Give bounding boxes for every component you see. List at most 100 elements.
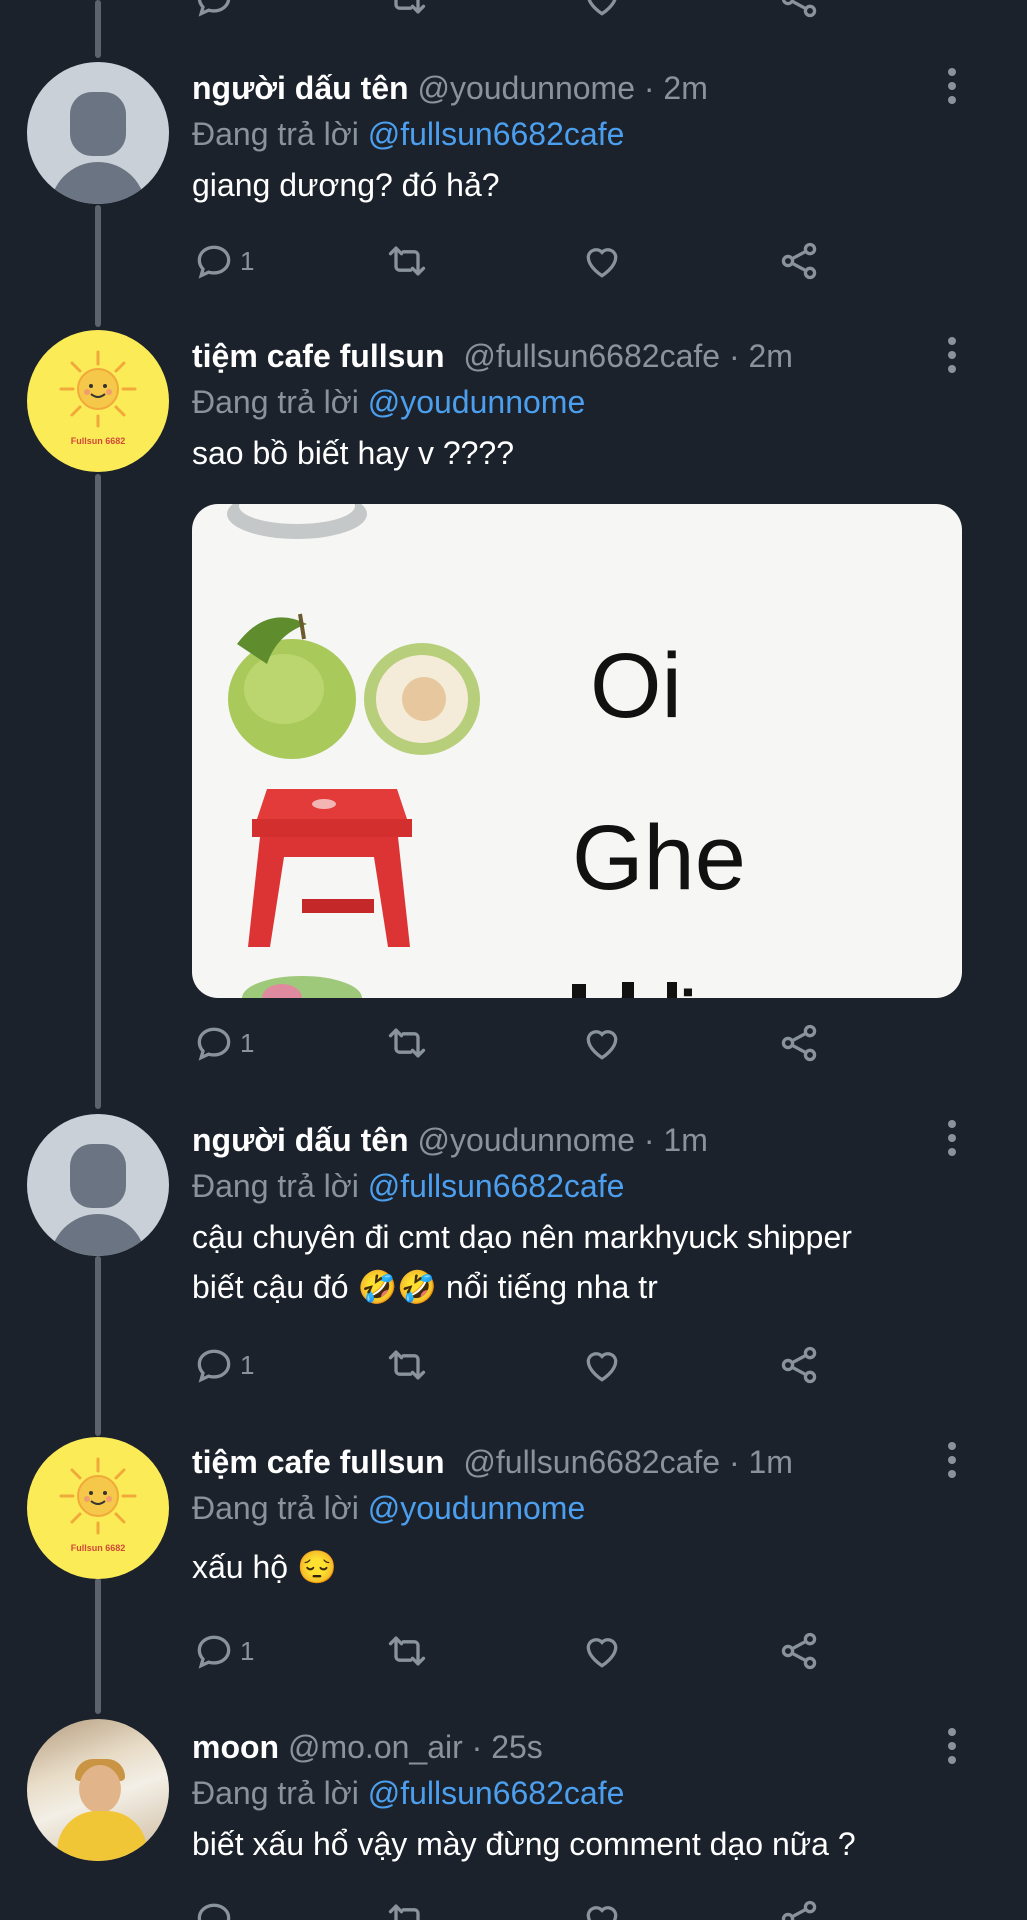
avatar[interactable]	[27, 330, 169, 472]
image-word: Ghe	[572, 807, 746, 909]
user-handle[interactable]: @youdunnome	[417, 70, 635, 106]
share-button[interactable]	[777, 1626, 821, 1676]
reply-mention-link[interactable]: @youdunnome	[368, 1490, 586, 1526]
like-button[interactable]	[580, 1018, 624, 1068]
heart-icon	[586, 248, 618, 278]
share-button[interactable]	[777, 0, 821, 24]
action-bar	[192, 1894, 912, 1920]
reply-count: 1	[240, 1027, 255, 1058]
display-name[interactable]: moon	[192, 1729, 279, 1765]
timestamp[interactable]: 2m	[748, 338, 792, 374]
heart-icon	[587, 0, 617, 16]
action-bar: 1	[192, 1626, 912, 1676]
heart-icon	[586, 1906, 618, 1920]
user-handle[interactable]: @mo.on_air	[288, 1729, 463, 1765]
tweet-text: biết xấu hổ vậy mày đừng comment dạo nữa…	[192, 1826, 856, 1862]
thread-line	[95, 1256, 101, 1436]
retweet-button[interactable]	[385, 1626, 429, 1676]
tweet-text-line: cậu chuyên đi cmt dạo nên markhyuck ship…	[192, 1219, 852, 1255]
reply-button[interactable]	[192, 1894, 236, 1920]
reply-button[interactable]: 1	[192, 1626, 254, 1676]
like-button[interactable]	[580, 1340, 624, 1390]
action-bar	[192, 0, 912, 24]
reply-mention-link[interactable]: @youdunnome	[368, 384, 586, 420]
more-vertical-icon[interactable]	[942, 1118, 962, 1158]
retweet-icon	[394, 0, 426, 14]
separator-dot: ·	[728, 338, 740, 374]
reply-icon	[197, 1027, 231, 1061]
retweet-button[interactable]	[385, 1894, 429, 1920]
avatar[interactable]	[27, 1719, 169, 1861]
retweet-icon	[388, 1636, 426, 1666]
share-button[interactable]	[777, 1018, 821, 1068]
reply-count: 1	[240, 1635, 255, 1666]
like-button[interactable]	[580, 1894, 624, 1920]
like-button[interactable]	[580, 236, 624, 286]
thread-line	[95, 1578, 101, 1714]
avatar[interactable]	[27, 62, 169, 204]
tweet-text: sao bồ biết hay v ????	[192, 435, 515, 471]
share-icon	[781, 0, 817, 18]
more-vertical-icon[interactable]	[942, 1440, 962, 1480]
reply-mention-link[interactable]: @fullsun6682cafe	[368, 116, 625, 152]
avatar[interactable]	[27, 1437, 169, 1579]
retweet-icon	[388, 246, 426, 276]
sun-logo-icon	[59, 1457, 137, 1535]
display-name[interactable]: người dấu tên	[192, 1122, 409, 1158]
timestamp[interactable]: 1m	[748, 1444, 792, 1480]
avatar-head-shape	[70, 92, 126, 156]
tweet-text: cậu chuyên đi cmt dạo nên markhyuck ship…	[192, 1212, 962, 1312]
tweet-image[interactable]: Oi Ghe Vai	[192, 504, 962, 998]
reply-button[interactable]: 1	[192, 1018, 254, 1068]
reply-icon	[197, 0, 231, 17]
replying-to-label: Đang trả lời	[192, 116, 359, 152]
reply-thread: người dấu tên @youdunnome · 2m Đang trả …	[0, 0, 1027, 1920]
retweet-icon	[388, 1028, 426, 1058]
avatar-photo-face	[79, 1765, 121, 1813]
retweet-button[interactable]	[385, 1340, 429, 1390]
image-word: Vai	[572, 972, 698, 998]
retweet-button[interactable]	[385, 0, 429, 24]
user-handle[interactable]: @fullsun6682cafe	[463, 1444, 720, 1480]
tweet-text: giang dương? đó hả?	[192, 167, 500, 203]
reply-button[interactable]: 1	[192, 236, 254, 286]
tweet-text: xấu hộ 😔	[192, 1549, 337, 1585]
like-button[interactable]	[580, 1626, 624, 1676]
reply-icon	[197, 245, 231, 279]
reply-count: 1	[240, 1349, 255, 1380]
share-button[interactable]	[777, 1340, 821, 1390]
reply-mention-link[interactable]: @fullsun6682cafe	[368, 1775, 625, 1811]
separator-dot: ·	[643, 70, 655, 106]
more-vertical-icon[interactable]	[942, 66, 962, 106]
display-name[interactable]: người dấu tên	[192, 70, 409, 106]
sun-logo-icon	[59, 350, 137, 428]
reply-button[interactable]	[192, 0, 236, 24]
timestamp[interactable]: 25s	[491, 1729, 543, 1765]
reply-button[interactable]: 1	[192, 1340, 254, 1390]
tweet-text-line: biết cậu đó 🤣🤣 nổi tiếng nha tr	[192, 1269, 658, 1305]
timestamp[interactable]: 1m	[663, 1122, 707, 1158]
retweet-icon	[388, 1904, 420, 1920]
separator-dot: ·	[471, 1729, 483, 1765]
reply-mention-link[interactable]: @fullsun6682cafe	[368, 1168, 625, 1204]
more-vertical-icon[interactable]	[942, 335, 962, 375]
timestamp[interactable]: 2m	[663, 70, 707, 106]
replying-to-label: Đang trả lời	[192, 1775, 359, 1811]
avatar-brand-text: Fullsun 6682	[70, 1543, 126, 1553]
thread-line	[95, 474, 101, 1109]
avatar[interactable]	[27, 1114, 169, 1256]
user-handle[interactable]: @fullsun6682cafe	[463, 338, 720, 374]
like-button[interactable]	[580, 0, 624, 24]
more-vertical-icon[interactable]	[942, 1726, 962, 1766]
separator-dot: ·	[728, 1444, 740, 1480]
retweet-button[interactable]	[385, 1018, 429, 1068]
display-name[interactable]: tiệm cafe fullsun	[192, 338, 445, 374]
share-button[interactable]	[777, 236, 821, 286]
reply-icon	[197, 1349, 231, 1383]
heart-icon	[586, 1638, 618, 1668]
user-handle[interactable]: @youdunnome	[417, 1122, 635, 1158]
share-button[interactable]	[777, 1894, 821, 1920]
display-name[interactable]: tiệm cafe fullsun	[192, 1444, 445, 1480]
retweet-button[interactable]	[385, 236, 429, 286]
retweet-icon	[388, 1350, 426, 1380]
